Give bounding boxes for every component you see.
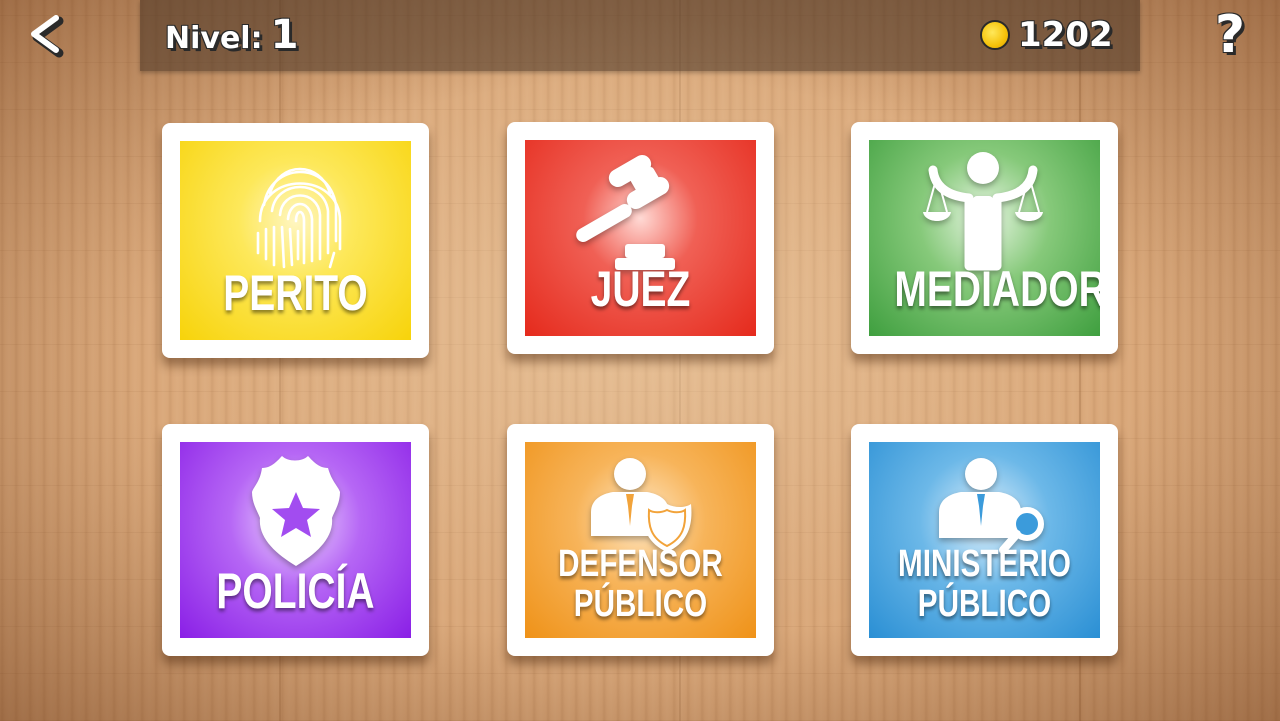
card-ministerio-label-line2: PÚBLICO	[917, 583, 1052, 625]
card-ministerio-publico[interactable]: MINISTERIO PÚBLICO	[851, 424, 1118, 656]
card-policia-label: POLICÍA	[216, 563, 375, 619]
card-perito-label: PERITO	[223, 265, 368, 321]
card-defensor-label: DEFENSOR PÚBLICO	[550, 544, 730, 624]
card-perito[interactable]: PERITO	[162, 123, 429, 358]
level-indicator: Nivel: 1	[165, 6, 298, 64]
coin-counter: 1202	[980, 12, 1113, 58]
card-perito-panel: PERITO	[180, 141, 411, 340]
card-policia[interactable]: POLICÍA	[162, 424, 429, 656]
card-mediador-label: MEDIADOR	[894, 261, 1100, 317]
level-label: Nivel:	[165, 21, 263, 56]
card-defensor-panel: DEFENSOR PÚBLICO	[525, 442, 756, 638]
level-value: 1	[270, 12, 299, 58]
card-mediador-panel: MEDIADOR	[869, 140, 1100, 336]
card-ministerio-label: MINISTERIO PÚBLICO	[894, 544, 1074, 624]
card-defensor-label-line2: PÚBLICO	[573, 583, 708, 625]
card-defensor-label-line1: DEFENSOR	[558, 543, 723, 585]
card-juez-label: JUEZ	[590, 261, 691, 317]
card-juez[interactable]: JUEZ	[507, 122, 774, 354]
card-ministerio-panel: MINISTERIO PÚBLICO	[869, 442, 1100, 638]
back-arrow-icon	[31, 15, 64, 58]
card-juez-panel: JUEZ	[525, 140, 756, 336]
card-mediador[interactable]: MEDIADOR	[851, 122, 1118, 354]
coin-icon	[980, 20, 1010, 50]
card-policia-panel: POLICÍA	[180, 442, 411, 638]
card-defensor-publico[interactable]: DEFENSOR PÚBLICO	[507, 424, 774, 656]
help-button[interactable]: ?	[1208, 4, 1252, 66]
back-button[interactable]	[22, 6, 72, 62]
coin-value: 1202	[1018, 15, 1113, 55]
card-ministerio-label-line1: MINISTERIO	[898, 543, 1071, 585]
